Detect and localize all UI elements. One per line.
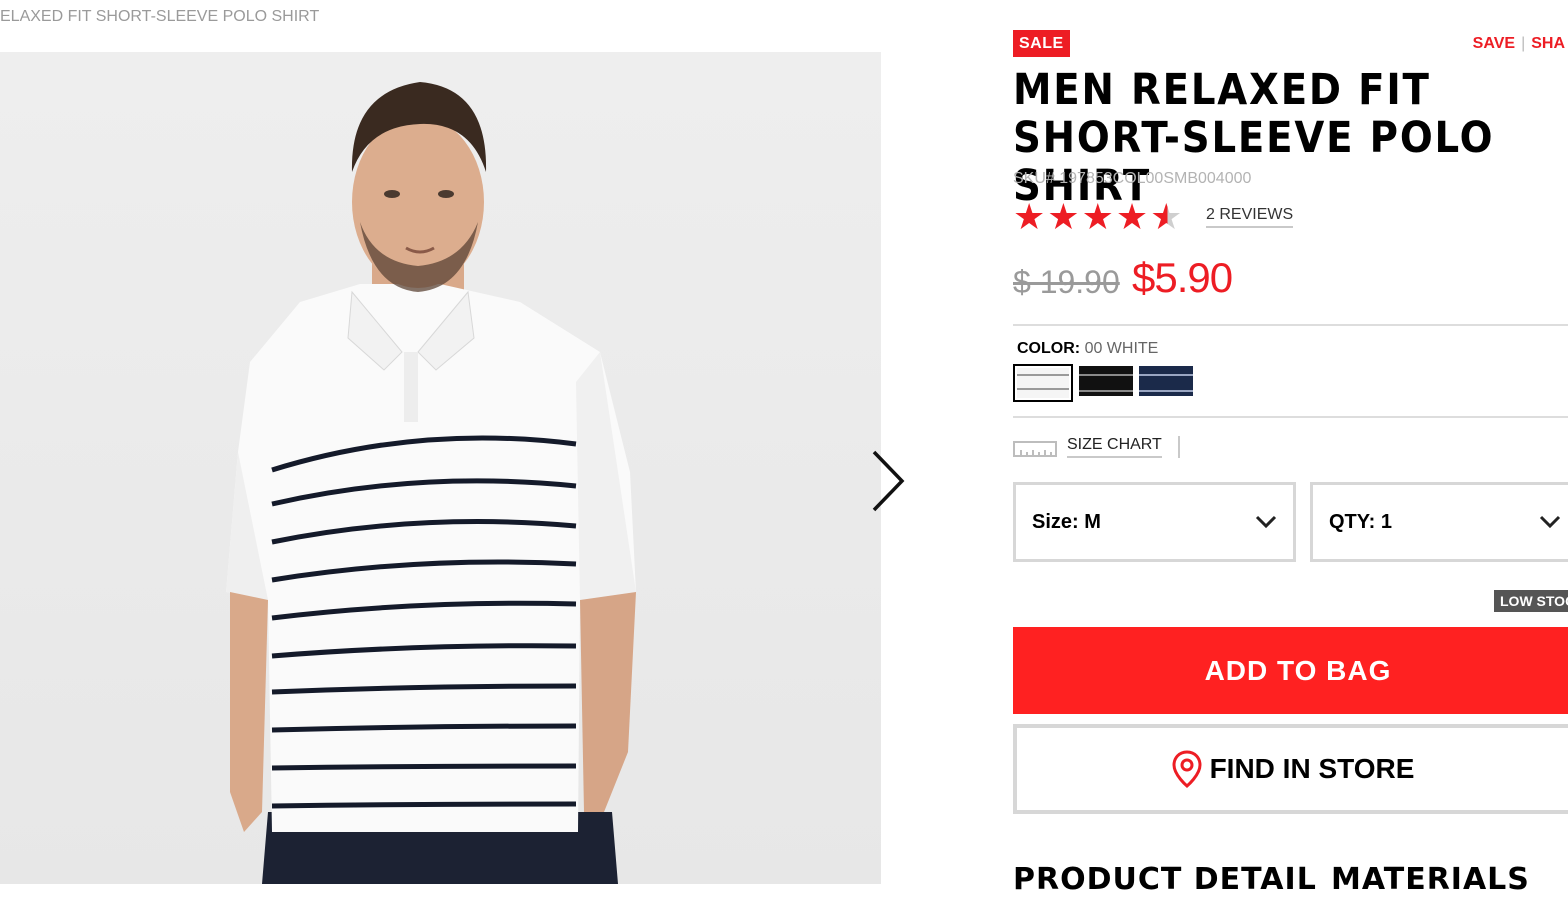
sku-text: SKU# 197853COL00SMB004000	[1013, 170, 1252, 187]
product-info-panel: SALE SAVE | SHA MEN RELAXED FIT SHORT-SLEE…	[1013, 0, 1568, 897]
color-swatches	[1013, 364, 1193, 402]
find-in-store-label: FIND IN STORE	[1209, 753, 1415, 784]
add-to-bag-button[interactable]: ADD TO BAG	[1013, 627, 1568, 714]
link-divider: |	[1521, 35, 1526, 52]
materials-heading[interactable]: MATERIALS	[1331, 862, 1530, 897]
swatch-navy-stripe[interactable]	[1139, 366, 1193, 396]
swatch-white-stripe[interactable]	[1013, 364, 1073, 402]
star-icon: ★	[1115, 196, 1149, 237]
size-chart-link[interactable]: SIZE CHART	[1067, 436, 1162, 458]
find-in-store-button[interactable]: FIND IN STORE	[1013, 724, 1568, 814]
low-stock-badge: LOW STOC	[1494, 590, 1568, 612]
breadcrumb[interactable]: ELAXED FIT SHORT-SLEEVE POLO SHIRT	[0, 8, 319, 26]
product-title: MEN RELAXED FIT SHORT-SLEEVE POLO SHIRT	[1013, 65, 1495, 211]
swatch-black-stripe[interactable]	[1079, 366, 1133, 396]
half-star-icon: ★	[1150, 196, 1183, 237]
sale-badge: SALE	[1013, 30, 1070, 57]
chevron-down-icon	[1255, 515, 1277, 529]
location-pin-icon	[1172, 750, 1202, 788]
size-select-label: Size: M	[1032, 510, 1101, 533]
original-price: $ 19.90	[1013, 264, 1120, 300]
next-image-arrow-icon[interactable]	[866, 446, 910, 516]
add-to-bag-label: ADD TO BAG	[1204, 654, 1392, 686]
divider	[1013, 416, 1568, 418]
chevron-down-icon	[1539, 515, 1561, 529]
reviews-link[interactable]: 2 REVIEWS	[1206, 206, 1294, 228]
product-image	[0, 52, 881, 884]
divider	[1013, 324, 1568, 326]
size-chart-row: SIZE CHART	[1013, 436, 1180, 458]
qty-select-label: QTY: 1	[1329, 510, 1392, 533]
color-value: 00 WHITE	[1084, 340, 1159, 357]
color-key: COLOR:	[1017, 340, 1081, 357]
save-share-links: SAVE | SHA	[1473, 35, 1565, 53]
star-icon: ★	[1047, 196, 1080, 237]
size-chart-divider	[1177, 436, 1180, 458]
size-select[interactable]: Size: M	[1013, 482, 1296, 562]
star-icon: ★	[1013, 196, 1046, 237]
product-detail-heading[interactable]: PRODUCT DETAIL	[1013, 862, 1317, 897]
qty-select[interactable]: QTY: 1	[1310, 482, 1568, 562]
rating-stars[interactable]: ★ ★ ★ ★ ★	[1013, 198, 1182, 236]
share-link[interactable]: SHA	[1531, 35, 1565, 52]
color-selection-label: COLOR: 00 WHITE	[1017, 340, 1158, 358]
save-link[interactable]: SAVE	[1473, 35, 1515, 52]
sale-price: $5.90	[1132, 254, 1233, 301]
ruler-icon	[1013, 441, 1057, 457]
star-icon: ★	[1081, 196, 1114, 237]
